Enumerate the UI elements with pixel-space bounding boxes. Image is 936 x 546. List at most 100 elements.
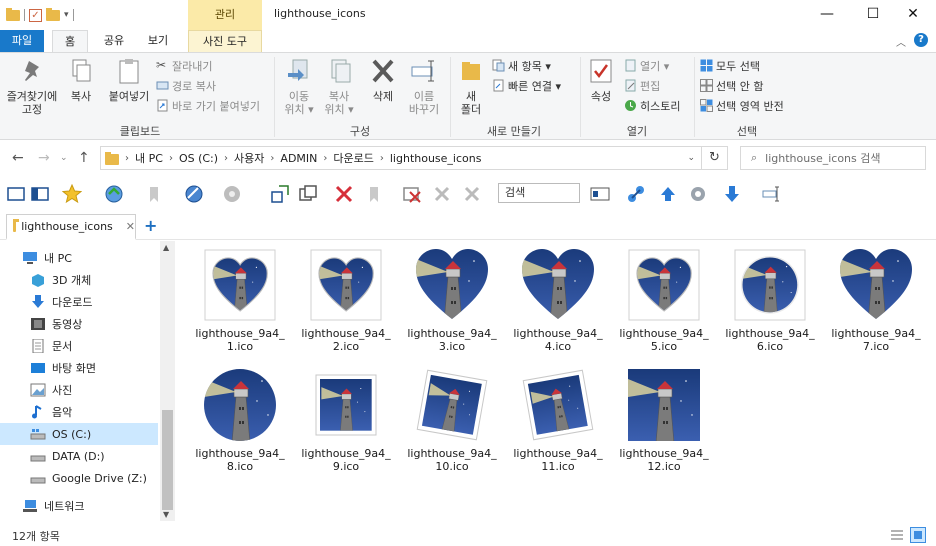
delete-x-icon[interactable] [334,184,354,204]
new-folder-icon[interactable] [46,7,60,21]
breadcrumb-item[interactable]: OS (C:) [179,152,218,165]
tab-share[interactable]: 공유 [96,30,132,52]
sync-icon[interactable] [104,184,124,204]
gear-icon[interactable] [688,184,708,204]
large-icons-view-icon[interactable] [910,527,926,543]
file-item[interactable]: lighthouse_9a4_ 9.ico [298,361,394,479]
layout-icon[interactable] [6,184,26,204]
refresh-icon[interactable]: ↻ [702,146,728,170]
close-tab-icon[interactable] [402,184,422,204]
customize-qat-icon[interactable]: ▾ [64,10,69,20]
up-arrow-icon[interactable]: ↑ [78,150,90,166]
nav-item-google-drive-z[interactable]: Google Drive (Z:) [0,467,158,489]
add-tab-button[interactable]: + [144,216,157,235]
scroll-down-icon[interactable]: ▼ [163,510,169,519]
ribbon-collapse-icon[interactable]: ︿ [896,34,906,49]
help-icon[interactable]: ? [914,33,928,47]
breadcrumb-item[interactable]: lighthouse_icons [390,152,482,165]
easy-access-button[interactable]: 빠른 연결 ▾ [492,77,561,94]
properties-button[interactable]: 속성 [584,57,618,103]
download-arrow-icon[interactable] [722,184,742,204]
star-icon[interactable] [62,184,82,204]
folder-tab[interactable]: lighthouse_icons ✕ [6,214,136,240]
bookmark-icon[interactable] [144,184,164,204]
tab-view[interactable]: 보기 [140,30,176,52]
breadcrumb-item[interactable]: 내 PC [135,150,163,166]
file-item[interactable]: lighthouse_9a4_ 6.ico [722,241,818,359]
view-mode-icon[interactable] [590,184,610,204]
close-all-icon[interactable] [462,184,482,204]
file-item[interactable]: lighthouse_9a4_ 5.ico [616,241,712,359]
new-window-icon[interactable] [270,184,290,204]
details-view-icon[interactable] [890,528,904,542]
paste-button[interactable]: 붙여넣기 [104,57,154,103]
edit-button[interactable]: 편집 [624,77,660,94]
move-to-button[interactable]: 이동 위치 ▾ [282,57,316,116]
breadcrumb-item[interactable]: 사용자 [234,150,264,166]
search-input[interactable]: ⌕ lighthouse_icons 검색 [740,146,926,170]
file-item[interactable]: lighthouse_9a4_ 10.ico [404,361,500,479]
tab-file[interactable]: 파일 [0,30,44,52]
file-item[interactable]: lighthouse_9a4_ 4.ico [510,241,606,359]
nav-item-videos[interactable]: 동영상 [0,313,158,335]
pane-icon[interactable] [30,184,50,204]
file-item[interactable]: lighthouse_9a4_ 11.ico [510,361,606,479]
nav-item-desktop[interactable]: 바탕 화면 [0,357,158,379]
select-all-button[interactable]: 모두 선택 [700,57,760,74]
close-tab-icon[interactable]: ✕ [126,220,135,233]
properties-check-icon[interactable]: ✓ [29,8,42,22]
link-icon[interactable] [626,184,646,204]
copy-to-button[interactable]: 복사 위치 ▾ [322,57,356,116]
disc-icon[interactable] [222,184,242,204]
up-folder-icon[interactable] [658,184,678,204]
address-bar[interactable]: › 내 PC › OS (C:) › 사용자 › ADMIN › 다운로드 › … [100,146,702,170]
nav-scroll-thumb[interactable] [162,410,173,510]
duplicate-window-icon[interactable] [298,184,318,204]
nav-item-data-d[interactable]: DATA (D:) [0,445,158,467]
invert-selection-button[interactable]: 선택 영역 반전 [700,97,784,114]
nav-item-documents[interactable]: 문서 [0,335,158,357]
history-button[interactable]: 히스토리 [624,97,680,114]
rename-button[interactable]: 이름 바꾸기 [404,57,444,116]
nav-item-this-pc[interactable]: 내 PC [0,247,158,269]
recent-dropdown-icon[interactable]: ⌄ [60,153,68,163]
breadcrumb-item[interactable]: ADMIN [280,152,317,165]
file-item[interactable]: lighthouse_9a4_ 2.ico [298,241,394,359]
bookmark-icon[interactable] [364,184,384,204]
file-item[interactable]: lighthouse_9a4_ 3.ico [404,241,500,359]
back-arrow-icon[interactable]: ← [12,150,24,166]
new-folder-button[interactable]: 새 폴더 [454,57,488,116]
globe-icon[interactable] [184,184,204,204]
breadcrumb-item[interactable]: 다운로드 [333,150,373,166]
file-item[interactable]: lighthouse_9a4_ 7.ico [828,241,924,359]
nav-item-music[interactable]: 음악 [0,401,158,423]
open-button[interactable]: 열기 ▾ [624,57,669,74]
forward-arrow-icon[interactable]: → [38,150,50,166]
copy-path-button[interactable]: 경로 복사 [156,77,216,94]
nav-item-network[interactable]: 네트워크 [0,495,158,517]
folder-icon[interactable] [6,7,20,21]
new-item-button[interactable]: 새 항목 ▾ [492,57,551,74]
minimize-button[interactable]: — [804,0,850,30]
tab-home[interactable]: 홈 [52,30,88,53]
address-dropdown-icon[interactable]: ⌄ [687,153,695,163]
pin-quick-access-button[interactable]: 즐겨찾기에 고정 [4,57,60,116]
close-others-icon[interactable] [432,184,452,204]
scroll-up-icon[interactable]: ▲ [163,243,169,252]
file-item[interactable]: lighthouse_9a4_ 8.ico [192,361,288,479]
tab-photo-tools[interactable]: 사진 도구 [188,30,262,53]
file-item[interactable]: lighthouse_9a4_ 12.ico [616,361,712,479]
nav-item-pictures[interactable]: 사진 [0,379,158,401]
close-button[interactable]: ✕ [890,0,936,30]
cut-button[interactable]: ✂ 잘라내기 [156,57,212,74]
context-tab-manage[interactable]: 관리 [188,0,262,30]
nav-item-3d-objects[interactable]: 3D 개체 [0,269,158,291]
nav-item-downloads[interactable]: 다운로드 [0,291,158,313]
nav-item-os-c[interactable]: OS (C:) [0,423,158,445]
select-none-button[interactable]: 선택 안 함 [700,77,763,94]
file-item[interactable]: lighthouse_9a4_ 1.ico [192,241,288,359]
delete-button[interactable]: 삭제 [366,57,400,103]
paste-shortcut-button[interactable]: 바로 가기 붙여넣기 [156,97,260,114]
toolbar-search-input[interactable]: 검색 [498,183,580,203]
copy-button[interactable]: 복사 [66,57,96,103]
